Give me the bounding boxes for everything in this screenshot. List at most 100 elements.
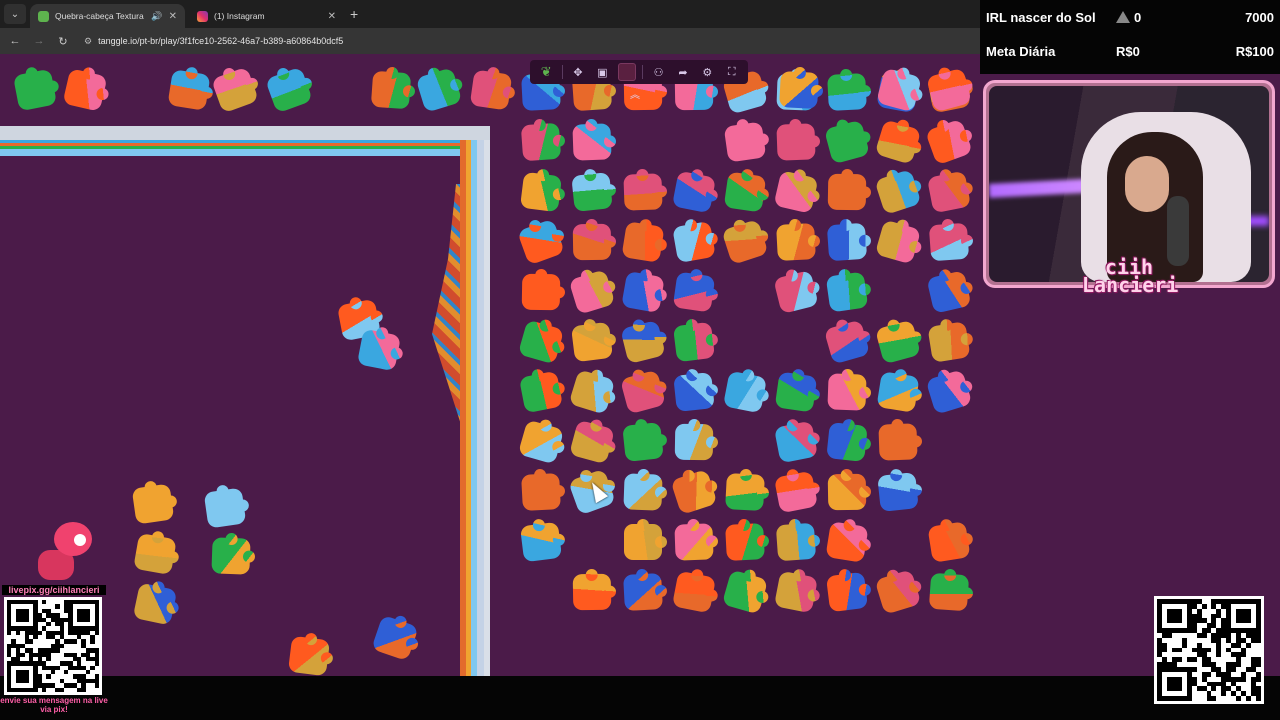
puzzle-piece[interactable] <box>827 173 867 211</box>
puzzle-piece[interactable] <box>776 223 816 261</box>
puzzle-piece[interactable] <box>619 369 667 415</box>
color-swatch-icon[interactable] <box>617 63 636 81</box>
puzzle-piece[interactable] <box>210 66 260 114</box>
share-icon[interactable]: ➦ <box>674 63 692 81</box>
puzzle-piece[interactable] <box>924 118 974 166</box>
puzzle-piece[interactable] <box>827 473 867 511</box>
puzzle-piece[interactable] <box>517 419 565 465</box>
puzzle-piece[interactable] <box>823 319 871 365</box>
puzzle-piece[interactable] <box>827 373 867 411</box>
puzzle-piece[interactable] <box>723 121 767 163</box>
puzzle-piece[interactable] <box>775 522 817 562</box>
fullscreen-icon[interactable]: ⛶ <box>723 63 741 81</box>
puzzle-piece[interactable] <box>773 269 819 315</box>
puzzle-piece[interactable] <box>825 271 869 313</box>
puzzle-piece[interactable] <box>874 569 922 615</box>
puzzle-piece[interactable] <box>773 420 819 464</box>
puzzle-piece[interactable] <box>623 173 663 211</box>
puzzle-piece[interactable] <box>521 473 561 511</box>
puzzle-piece[interactable] <box>774 371 818 413</box>
puzzle-piece[interactable] <box>568 269 616 315</box>
forward-icon[interactable]: → <box>32 35 46 47</box>
puzzle-piece[interactable] <box>570 321 614 363</box>
puzzle-piece[interactable] <box>672 271 716 313</box>
puzzle-piece[interactable] <box>825 521 869 563</box>
puzzle-piece[interactable] <box>132 582 178 626</box>
puzzle-piece[interactable] <box>773 470 819 514</box>
puzzle-piece[interactable] <box>672 220 716 264</box>
puzzle-piece[interactable] <box>927 521 971 563</box>
puzzle-piece[interactable] <box>928 222 970 262</box>
tab-search-button[interactable]: ⌄ <box>4 4 26 24</box>
puzzle-piece[interactable] <box>674 523 714 561</box>
puzzle-piece[interactable] <box>877 472 919 512</box>
puzzle-piece[interactable] <box>568 369 616 415</box>
puzzle-piece[interactable] <box>62 68 108 112</box>
puzzle-piece[interactable] <box>572 123 612 161</box>
puzzle-piece[interactable] <box>520 122 562 162</box>
puzzle-piece[interactable] <box>621 270 665 314</box>
puzzle-piece[interactable] <box>572 573 612 611</box>
puzzle-piece[interactable] <box>623 473 663 511</box>
puzzle-piece[interactable] <box>571 172 613 212</box>
puzzle-piece[interactable] <box>926 170 972 214</box>
new-tab-button[interactable]: + <box>350 6 358 22</box>
puzzle-piece[interactable] <box>827 73 867 111</box>
players-icon[interactable]: ⚇ <box>650 63 668 81</box>
back-icon[interactable]: ← <box>8 35 22 47</box>
puzzle-piece[interactable] <box>878 423 918 461</box>
settings-icon[interactable]: ⚙ <box>698 63 716 81</box>
close-tab-icon[interactable]: ✕ <box>169 11 177 22</box>
puzzle-piece[interactable] <box>826 222 868 262</box>
puzzle-piece[interactable] <box>620 319 666 365</box>
puzzle-piece[interactable] <box>622 422 664 462</box>
puzzle-piece[interactable] <box>721 569 769 615</box>
puzzle-piece[interactable] <box>519 521 563 563</box>
puzzle-piece[interactable] <box>518 370 564 414</box>
puzzle-piece[interactable] <box>825 571 869 613</box>
puzzle-piece[interactable] <box>131 483 175 525</box>
puzzle-piece[interactable] <box>673 372 715 412</box>
puzzle-piece[interactable] <box>519 171 563 213</box>
puzzle-piece[interactable] <box>925 369 973 415</box>
puzzle-piece[interactable] <box>876 371 920 413</box>
puzzle-piece[interactable] <box>826 422 868 462</box>
puzzle-piece[interactable] <box>12 68 58 112</box>
puzzle-piece[interactable] <box>568 419 616 465</box>
puzzle-piece[interactable] <box>928 572 970 612</box>
reload-icon[interactable]: ↻ <box>56 35 70 48</box>
puzzle-piece[interactable] <box>517 319 565 365</box>
puzzle-piece[interactable] <box>674 423 714 461</box>
puzzle-piece[interactable] <box>167 69 211 111</box>
puzzle-piece[interactable] <box>723 171 767 213</box>
puzzle-piece[interactable] <box>133 532 177 576</box>
puzzle-piece[interactable] <box>823 119 871 165</box>
puzzle-piece[interactable] <box>874 119 922 165</box>
puzzle-piece[interactable] <box>776 123 816 161</box>
tab-instagram[interactable]: (1) Instagram ✕ <box>189 4 344 28</box>
puzzle-piece[interactable] <box>516 218 566 266</box>
puzzle-piece[interactable] <box>721 219 769 265</box>
puzzle-piece[interactable] <box>621 221 665 263</box>
puzzle-piece[interactable] <box>773 570 819 614</box>
puzzle-piece[interactable] <box>725 473 765 511</box>
puzzle-piece[interactable] <box>211 537 251 575</box>
puzzle-piece[interactable] <box>469 69 513 111</box>
puzzle-piece[interactable] <box>725 523 765 561</box>
puzzle-piece[interactable] <box>926 270 972 314</box>
url-field[interactable]: ⚙ tanggle.io/pt-br/play/3f1fce10-2562-46… <box>84 36 343 47</box>
puzzle-piece[interactable] <box>370 70 412 110</box>
puzzle-piece[interactable] <box>415 67 463 113</box>
puzzle-piece[interactable] <box>671 570 717 614</box>
puzzle-piece[interactable] <box>203 487 247 529</box>
tab-puzzle[interactable]: Quebra-cabeça Textura 🔊 ✕ <box>30 4 185 28</box>
puzzle-piece[interactable] <box>773 170 819 214</box>
puzzle-piece[interactable] <box>623 573 663 611</box>
puzzle-piece[interactable] <box>670 469 718 515</box>
puzzle-piece[interactable] <box>521 273 561 311</box>
puzzle-board[interactable] <box>0 54 980 676</box>
image-preview-icon[interactable]: ▣ <box>593 63 611 81</box>
puzzle-piece[interactable] <box>927 321 971 363</box>
puzzle-piece[interactable] <box>356 328 402 372</box>
leaf-icon[interactable]: ❦ <box>537 63 555 81</box>
